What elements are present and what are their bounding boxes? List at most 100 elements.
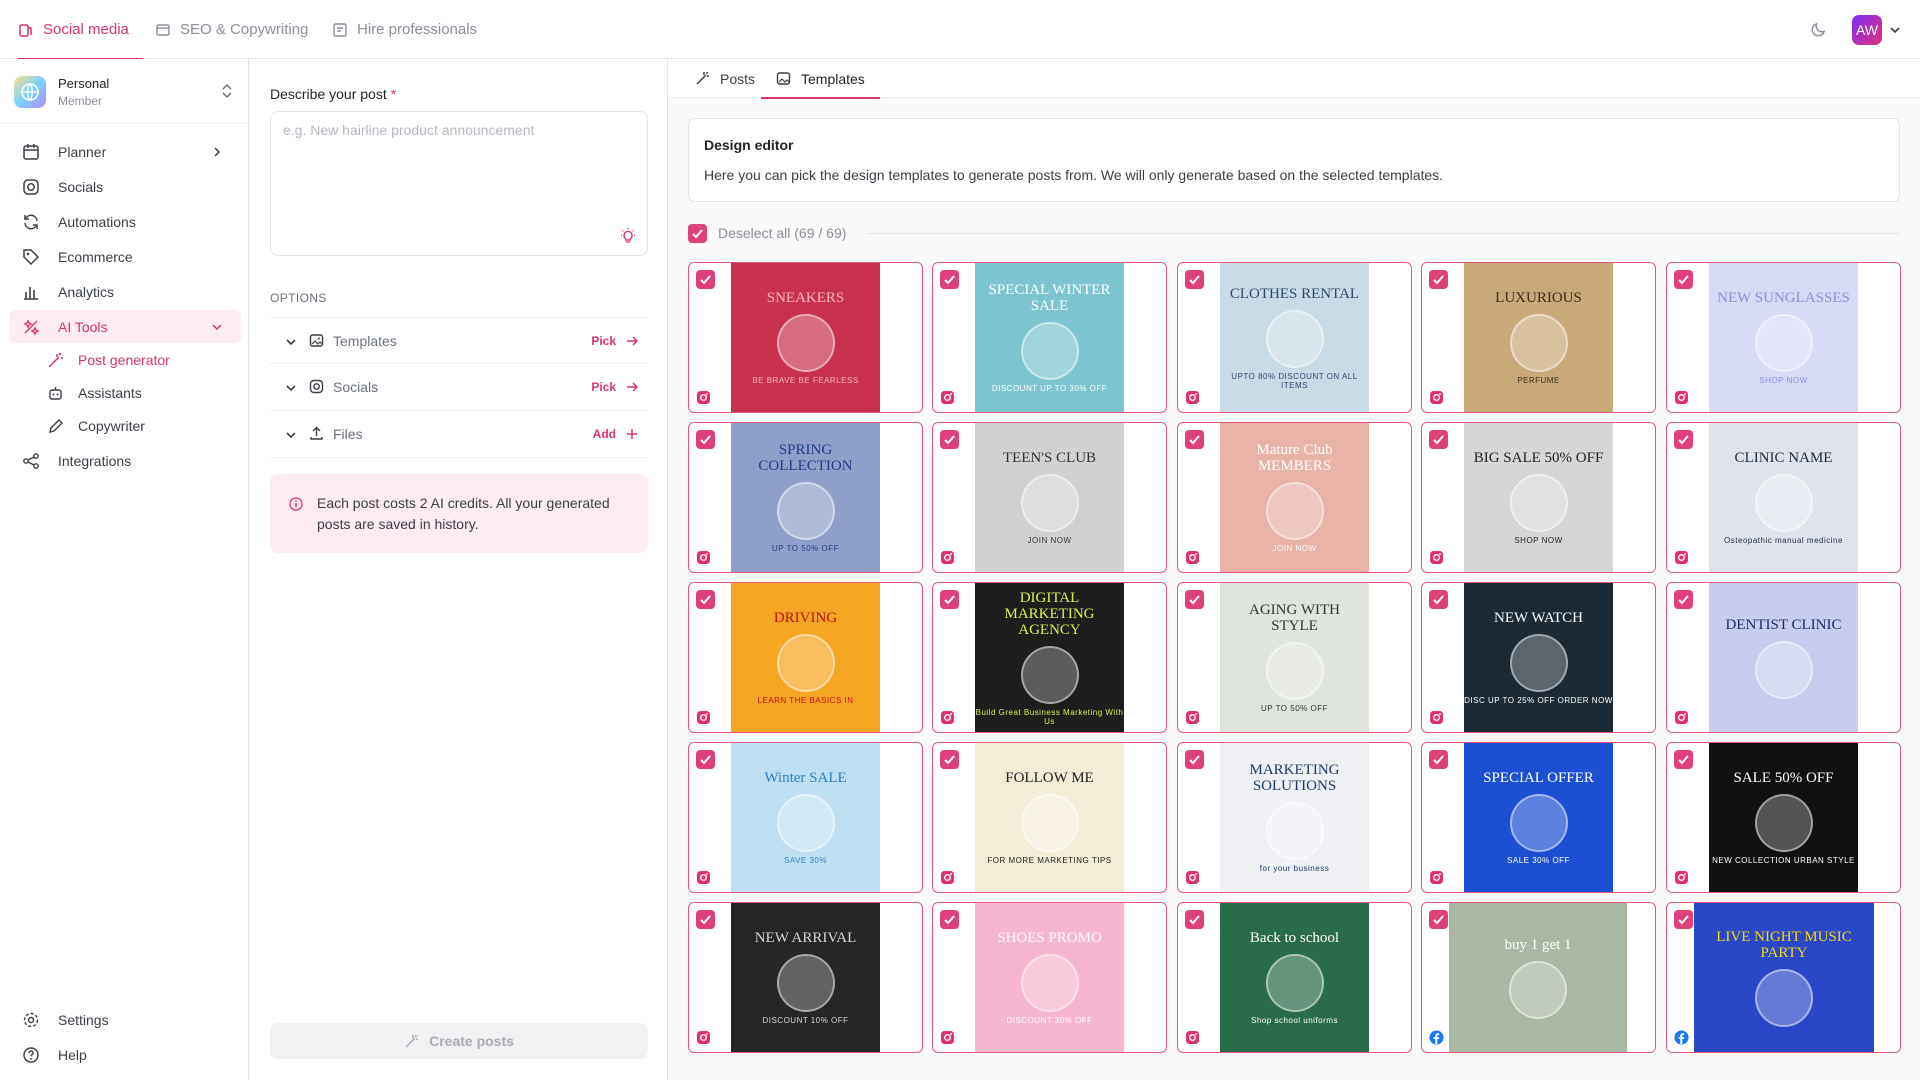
template-card[interactable]: buy 1 get 1 [1421,902,1656,1053]
checkbox-checked-icon[interactable] [696,750,715,769]
template-card[interactable]: DENTIST CLINIC [1666,582,1901,733]
post-form-panel: Describe your post * e.g. New hairline p… [250,59,668,1080]
checkbox-checked-icon[interactable] [940,750,959,769]
tab-templates[interactable]: Templates [761,59,880,99]
template-card[interactable]: FOLLOW ME FOR MORE MARKETING TIPS [932,742,1167,893]
instagram-icon [1429,710,1444,725]
image-icon [776,72,791,85]
pick-templates-button[interactable]: Pick [591,334,638,348]
template-card[interactable]: BIG SALE 50% OFF SHOP NOW [1421,422,1656,573]
instagram-icon [940,550,955,565]
chevron-down-icon[interactable] [285,381,297,393]
checkbox-checked-icon[interactable] [1185,590,1204,609]
sidebar-subitem-post-generator[interactable]: Post generator [47,345,170,375]
option-files[interactable]: Files Add [270,410,648,456]
template-illustration [1265,802,1324,860]
tab-hire-professionals[interactable]: Hire professionals [332,0,477,59]
checkbox-checked-icon[interactable] [1674,750,1693,769]
option-socials[interactable]: Socials Pick [270,363,648,409]
template-card[interactable]: Mature Club MEMBERS JOIN NOW [1177,422,1412,573]
template-thumbnail: SNEAKERS BE BRAVE BE FEARLESS [731,263,880,412]
post-description-input[interactable]: e.g. New hairline product announcement [270,111,648,256]
checkbox-checked-icon[interactable] [1674,270,1693,289]
lightbulb-icon[interactable] [619,227,637,245]
checkbox-checked-icon[interactable] [940,430,959,449]
sidebar: Personal Member Planner Socials Automati… [0,59,249,1080]
sidebar-item-help[interactable]: Help [9,1038,241,1071]
template-subtitle: BE BRAVE BE FEARLESS [752,376,859,385]
checkbox-checked-icon[interactable] [696,430,715,449]
workspace-switcher[interactable]: Personal Member [0,59,249,124]
sidebar-subitem-assistants[interactable]: Assistants [47,378,142,408]
template-card[interactable]: Winter SALE SAVE 30% [688,742,923,893]
checkbox-checked-icon[interactable] [696,910,715,929]
sidebar-item-label: Ecommerce [58,248,133,265]
magic-wand-icon [47,351,64,369]
template-card[interactable]: CLINIC NAME Osteopathic manual medicine [1666,422,1901,573]
chevron-updown-icon[interactable] [221,83,233,99]
checkbox-checked-icon[interactable] [940,590,959,609]
template-card[interactable]: Back to school Shop school uniforms [1177,902,1412,1053]
deselect-all-toggle[interactable]: Deselect all (69 / 69) [688,223,846,243]
template-thumbnail: FOLLOW ME FOR MORE MARKETING TIPS [975,743,1124,892]
template-card[interactable]: NEW WATCH DISC UP TO 25% OFF ORDER NOW [1421,582,1656,733]
checkbox-checked-icon[interactable] [688,223,707,243]
template-card[interactable]: NEW SUNGLASSES SHOP NOW [1666,262,1901,413]
checkbox-checked-icon[interactable] [940,270,959,289]
checkbox-checked-icon[interactable] [1674,590,1693,609]
sidebar-item-automations[interactable]: Automations [9,205,241,238]
template-card[interactable]: LUXURIOUS PERFUME [1421,262,1656,413]
avatar[interactable]: AW [1852,15,1882,45]
checkbox-checked-icon[interactable] [696,270,715,289]
template-card[interactable]: SPECIAL WINTER SALE DISCOUNT UP TO 30% OF… [932,262,1167,413]
tab-social-media[interactable]: Social media [18,0,143,60]
tab-seo-copywriting[interactable]: SEO & Copywriting [155,0,308,59]
sidebar-subitem-copywriter[interactable]: Copywriter [47,411,145,441]
template-card[interactable]: SHOES PROMO DISCOUNT 30% OFF [932,902,1167,1053]
template-card[interactable]: MARKETING SOLUTIONS for your business [1177,742,1412,893]
chevron-down-icon[interactable] [285,428,297,440]
checkbox-checked-icon[interactable] [1185,270,1204,289]
sidebar-item-settings[interactable]: Settings [9,1003,241,1036]
sidebar-item-planner[interactable]: Planner [9,135,241,168]
template-card[interactable]: SPRING COLLECTION UP TO 50% OFF [688,422,923,573]
chevron-down-icon[interactable] [285,335,297,347]
template-card[interactable]: AGING WITH STYLE UP TO 50% OFF [1177,582,1412,733]
checkbox-checked-icon[interactable] [1185,910,1204,929]
pick-socials-button[interactable]: Pick [591,380,638,394]
checkbox-checked-icon[interactable] [1185,750,1204,769]
checkbox-checked-icon[interactable] [696,590,715,609]
template-card[interactable]: TEEN'S CLUB JOIN NOW [932,422,1167,573]
checkbox-checked-icon[interactable] [1674,430,1693,449]
sidebar-item-ecommerce[interactable]: Ecommerce [9,240,241,273]
checkbox-checked-icon[interactable] [1185,430,1204,449]
sidebar-item-integrations[interactable]: Integrations [9,444,241,477]
template-card[interactable]: NEW ARRIVAL DISCOUNT 10% OFF [688,902,923,1053]
template-card[interactable]: LIVE NIGHT MUSIC PARTY [1666,902,1901,1053]
checkbox-checked-icon[interactable] [1429,910,1448,929]
checkbox-checked-icon[interactable] [1429,750,1448,769]
divider [867,233,1900,234]
tab-posts[interactable]: Posts [680,59,770,98]
template-card[interactable]: SNEAKERS BE BRAVE BE FEARLESS [688,262,923,413]
checkbox-checked-icon[interactable] [1429,430,1448,449]
template-card[interactable]: CLOTHES RENTAL UPTO 80% DISCOUNT ON ALL I… [1177,262,1412,413]
design-editor-card: Design editor Here you can pick the desi… [688,118,1900,202]
sidebar-item-analytics[interactable]: Analytics [9,275,241,308]
option-templates[interactable]: Templates Pick [270,317,648,363]
add-files-button[interactable]: Add [593,427,638,441]
template-title: SHOES PROMO [997,930,1102,946]
template-card[interactable]: SALE 50% OFF NEW COLLECTION URBAN STYLE [1666,742,1901,893]
sidebar-item-socials[interactable]: Socials [9,170,241,203]
checkbox-checked-icon[interactable] [940,910,959,929]
checkbox-checked-icon[interactable] [1429,270,1448,289]
dark-mode-toggle-icon[interactable] [1810,20,1828,38]
chevron-down-icon[interactable] [1889,23,1901,35]
checkbox-checked-icon[interactable] [1429,590,1448,609]
template-card[interactable]: DIGITAL MARKETING AGENCY Build Great Busi… [932,582,1167,733]
template-card[interactable]: DRIVING LEARN THE BASICS IN [688,582,923,733]
checkbox-checked-icon[interactable] [1674,910,1693,929]
create-posts-button[interactable]: Create posts [270,1023,648,1059]
sidebar-item-ai-tools[interactable]: AI Tools [9,310,241,343]
template-card[interactable]: SPECIAL OFFER SALE 30% OFF [1421,742,1656,893]
